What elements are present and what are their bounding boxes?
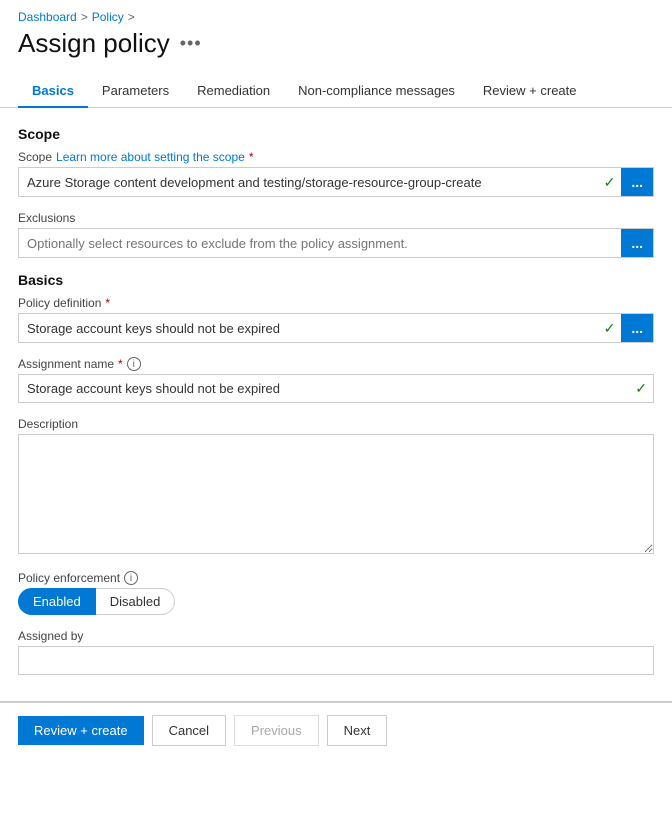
policy-def-label: Policy definition * — [18, 296, 654, 310]
enforcement-enabled-button[interactable]: Enabled — [18, 588, 96, 615]
scope-section-title: Scope — [18, 126, 654, 142]
assignment-name-check-icon: ✓ — [629, 380, 653, 397]
tab-non-compliance[interactable]: Non-compliance messages — [284, 75, 469, 108]
policy-def-label-text: Policy definition — [18, 296, 101, 310]
previous-button[interactable]: Previous — [234, 715, 319, 746]
scope-label-text: Scope — [18, 150, 52, 164]
description-label: Description — [18, 417, 654, 431]
cancel-button[interactable]: Cancel — [152, 715, 226, 746]
assignment-name-label-text: Assignment name — [18, 357, 114, 371]
basics-section-title: Basics — [18, 272, 654, 288]
assignment-name-input-row[interactable]: Storage account keys should not be expir… — [18, 374, 654, 403]
content-area: Scope Scope Learn more about setting the… — [0, 108, 672, 689]
scope-field-label: Scope Learn more about setting the scope… — [18, 150, 654, 164]
policy-def-input-row: Storage account keys should not be expir… — [18, 313, 654, 343]
description-label-text: Description — [18, 417, 78, 431]
tab-remediation[interactable]: Remediation — [183, 75, 284, 108]
scope-check-icon: ✓ — [598, 174, 622, 191]
scope-ellipsis-button[interactable]: ... — [621, 168, 653, 196]
scope-value-text: Azure Storage content development and te… — [19, 169, 598, 196]
policy-enforcement-label-text: Policy enforcement — [18, 571, 120, 585]
assignment-name-required-star: * — [118, 357, 123, 371]
tabs-bar: Basics Parameters Remediation Non-compli… — [0, 75, 672, 108]
breadcrumb-sep-1: > — [81, 10, 88, 24]
exclusions-input[interactable] — [19, 230, 621, 257]
assignment-name-info-icon[interactable]: i — [127, 357, 141, 371]
basics-section: Basics Policy definition * Storage accou… — [18, 272, 654, 689]
description-textarea[interactable] — [18, 434, 654, 554]
assignment-name-value: Storage account keys should not be expir… — [19, 375, 629, 402]
assigned-by-label: Assigned by — [18, 629, 654, 643]
policy-def-required-star: * — [105, 296, 110, 310]
scope-input-row: Azure Storage content development and te… — [18, 167, 654, 197]
policy-def-ellipsis-button[interactable]: ... — [621, 314, 653, 342]
assigned-by-input[interactable] — [18, 646, 654, 675]
assignment-name-label: Assignment name * i — [18, 357, 654, 371]
breadcrumb: Dashboard > Policy > — [0, 0, 672, 28]
scope-section: Scope Scope Learn more about setting the… — [18, 126, 654, 258]
assigned-by-label-text: Assigned by — [18, 629, 83, 643]
page-title: Assign policy — [18, 28, 170, 59]
breadcrumb-dashboard[interactable]: Dashboard — [18, 10, 77, 24]
policy-enforcement-toggle: Enabled Disabled — [18, 588, 654, 615]
policy-enforcement-info-icon[interactable]: i — [124, 571, 138, 585]
scope-required-star: * — [249, 150, 254, 164]
more-options-icon[interactable]: ••• — [180, 33, 202, 54]
page-title-row: Assign policy ••• — [0, 28, 672, 75]
tab-parameters[interactable]: Parameters — [88, 75, 183, 108]
scope-learn-more-link[interactable]: Learn more about setting the scope — [56, 150, 245, 164]
footer-bar: Review + create Cancel Previous Next — [0, 702, 672, 758]
next-button[interactable]: Next — [327, 715, 388, 746]
policy-def-value: Storage account keys should not be expir… — [19, 315, 598, 342]
tab-basics[interactable]: Basics — [18, 75, 88, 108]
policy-enforcement-label: Policy enforcement i — [18, 571, 654, 585]
exclusions-input-row[interactable]: ... — [18, 228, 654, 258]
breadcrumb-sep-2: > — [128, 10, 135, 24]
enforcement-disabled-button[interactable]: Disabled — [96, 588, 176, 615]
tab-review-create[interactable]: Review + create — [469, 75, 591, 108]
review-create-button[interactable]: Review + create — [18, 716, 144, 745]
exclusions-label-text: Exclusions — [18, 211, 75, 225]
exclusions-ellipsis-button[interactable]: ... — [621, 229, 653, 257]
breadcrumb-policy[interactable]: Policy — [92, 10, 124, 24]
policy-def-check-icon: ✓ — [598, 320, 622, 337]
exclusions-field-label: Exclusions — [18, 211, 654, 225]
